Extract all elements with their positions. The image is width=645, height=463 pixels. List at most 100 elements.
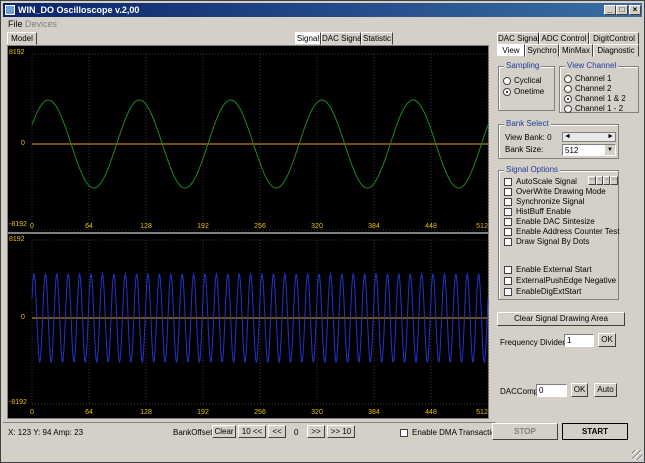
bank-size-label: Bank Size: <box>505 145 544 154</box>
x-tick-label: 192 <box>197 223 209 230</box>
menu-devices[interactable]: Devices <box>25 19 57 29</box>
scope-2-y-bottom: -8192 <box>9 399 27 406</box>
x-tick-label: 320 <box>311 409 323 416</box>
bank-offset-forward-button[interactable]: >> <box>307 425 325 438</box>
bank-offset-forward-10-button[interactable]: >> 10 <box>327 425 355 438</box>
bank-select-group: Bank Select View Bank: 0 ◄ ► Bank Size: … <box>498 119 619 159</box>
x-tick-label: 0 <box>30 223 34 230</box>
scope-1-plot <box>31 53 489 231</box>
maximize-button[interactable]: □ <box>616 5 628 15</box>
x-tick-label: 256 <box>254 409 266 416</box>
bank-size-value: 512 <box>565 146 579 155</box>
menu-file[interactable]: File <box>8 19 23 29</box>
start-button[interactable]: START <box>562 423 628 440</box>
nav-first-button[interactable]: << <box>588 176 596 185</box>
radio-indicator <box>564 94 572 103</box>
nav-last-button[interactable]: >> <box>610 176 618 185</box>
view-bank-scrollbar[interactable]: ◄ ► <box>562 132 616 142</box>
clear-signal-button[interactable]: Clear Signal Drawing Area <box>497 312 625 326</box>
dac-comp-auto-button[interactable]: Auto <box>594 383 617 397</box>
menu-bar: File Devices <box>3 18 642 30</box>
sampling-onetime-radio[interactable]: Onetime <box>503 87 544 96</box>
dig-ext-start-checkbox[interactable]: EnableDigExtStart <box>504 287 581 296</box>
channel-1-and-2-label: Channel 1 & 2 <box>575 94 626 103</box>
frequency-divider-label: Frequency Divider <box>500 338 565 347</box>
scope-1-y-mid: 0 <box>21 140 25 147</box>
address-counter-checkbox[interactable]: Enable Address Counter Test <box>504 227 619 236</box>
x-tick-label: 64 <box>85 409 93 416</box>
bank-offset-back-button[interactable]: << <box>268 425 286 438</box>
sampling-cyclical-radio[interactable]: Cyclical <box>503 76 542 85</box>
channel-1-and-2-radio[interactable]: Channel 1 & 2 <box>564 94 626 103</box>
dac-comp-input[interactable]: 0 <box>536 384 567 397</box>
checkbox-box <box>504 287 512 296</box>
channel-1-label: Channel 1 <box>575 74 612 83</box>
checkbox-box <box>400 428 408 437</box>
window-title: WIN_DO Oscilloscope v.2,00 <box>18 5 140 15</box>
stop-button[interactable]: STOP <box>492 423 558 440</box>
tab-synchro[interactable]: Synchro <box>525 44 559 57</box>
address-counter-label: Enable Address Counter Test <box>516 227 620 236</box>
nav-next-button[interactable]: > <box>603 176 610 185</box>
autoscale-checkbox[interactable]: AutoScale Signal <box>504 177 577 186</box>
view-channel-group: View Channel Channel 1 Channel 2 Channel… <box>559 61 639 113</box>
channel-2-label: Channel 2 <box>575 84 612 93</box>
checkbox-box <box>504 237 512 246</box>
checkbox-box <box>504 217 512 226</box>
radio-indicator <box>564 84 572 93</box>
push-edge-checkbox[interactable]: ExternalPushEdge Negative <box>504 276 616 285</box>
overwrite-checkbox[interactable]: OverWrite Drawing Mode <box>504 187 606 196</box>
frequency-ok-button[interactable]: OK <box>598 333 616 347</box>
view-bank-label: View Bank: 0 <box>505 133 552 142</box>
scroll-left-icon[interactable]: ◄ <box>564 133 571 141</box>
bank-offset-clear-button[interactable]: Clear <box>212 425 236 438</box>
scope-2-plot <box>31 239 489 405</box>
histbuff-checkbox[interactable]: HistBuff Enable <box>504 207 571 216</box>
minimize-button[interactable]: _ <box>604 5 616 15</box>
sampling-cyclical-label: Cyclical <box>514 76 542 85</box>
tab-dac-signal[interactable]: DAC Signal <box>321 32 363 45</box>
push-edge-label: ExternalPushEdge Negative <box>516 276 617 285</box>
scroll-right-icon[interactable]: ► <box>607 133 614 141</box>
bank-offset-back-10-button[interactable]: 10 << <box>238 425 266 438</box>
draw-dots-label: Draw Signal By Dots <box>516 237 590 246</box>
sampling-group: Sampling Cyclical Onetime <box>498 61 555 111</box>
view-channel-title: View Channel <box>565 61 619 70</box>
chevron-down-icon[interactable]: ▼ <box>605 145 615 155</box>
draw-dots-checkbox[interactable]: Draw Signal By Dots <box>504 237 589 246</box>
sampling-title: Sampling <box>504 61 542 70</box>
dac-sintesize-checkbox[interactable]: Enable DAC Sintesize <box>504 217 595 226</box>
radio-indicator <box>503 76 511 85</box>
checkbox-box <box>504 197 512 206</box>
resize-grip-icon[interactable] <box>632 450 642 460</box>
x-tick-label: 512 <box>476 409 488 416</box>
channel-1-radio[interactable]: Channel 1 <box>564 74 611 83</box>
dac-comp-label: DACComp <box>500 387 539 396</box>
tab-diagnostic[interactable]: Diagnostic <box>593 44 639 57</box>
scope-2-y-top: 8192 <box>9 236 25 243</box>
x-tick-label: 256 <box>254 223 266 230</box>
tab-model[interactable]: Model <box>7 32 37 45</box>
autoscale-label: AutoScale Signal <box>516 177 577 186</box>
tab-signal[interactable]: Signal <box>295 32 321 45</box>
dma-label: Enable DMA Transaction <box>412 428 501 437</box>
channel-2-radio[interactable]: Channel 2 <box>564 84 611 93</box>
dma-checkbox[interactable]: Enable DMA Transaction <box>400 428 500 437</box>
scope-channel-1[interactable]: 8192 0 -8192 0 64 128 192 256 320 384 448 512 <box>7 45 489 233</box>
tab-minmax[interactable]: MinMax <box>559 44 593 57</box>
bank-select-title: Bank Select <box>504 119 551 128</box>
external-start-checkbox[interactable]: Enable External Start <box>504 265 592 274</box>
bank-size-select[interactable]: 512 ▼ <box>562 144 616 156</box>
frequency-divider-input[interactable]: 1 <box>564 334 594 347</box>
tab-view[interactable]: View <box>497 44 525 57</box>
tab-statistic[interactable]: Statistic <box>361 32 393 45</box>
synchronize-checkbox[interactable]: Synchronize Signal <box>504 197 584 206</box>
close-button[interactable]: × <box>629 5 641 15</box>
x-tick-label: 320 <box>311 223 323 230</box>
channel-1-minus-2-radio[interactable]: Channel 1 - 2 <box>564 104 623 113</box>
nav-prev-button[interactable]: < <box>596 176 603 185</box>
dac-comp-ok-button[interactable]: OK <box>571 383 588 397</box>
scope-channel-2[interactable]: 8192 0 -8192 0 64 128 192 256 320 384 448 512 <box>7 233 489 419</box>
x-tick-label: 448 <box>425 223 437 230</box>
scope-2-y-mid: 0 <box>21 314 25 321</box>
